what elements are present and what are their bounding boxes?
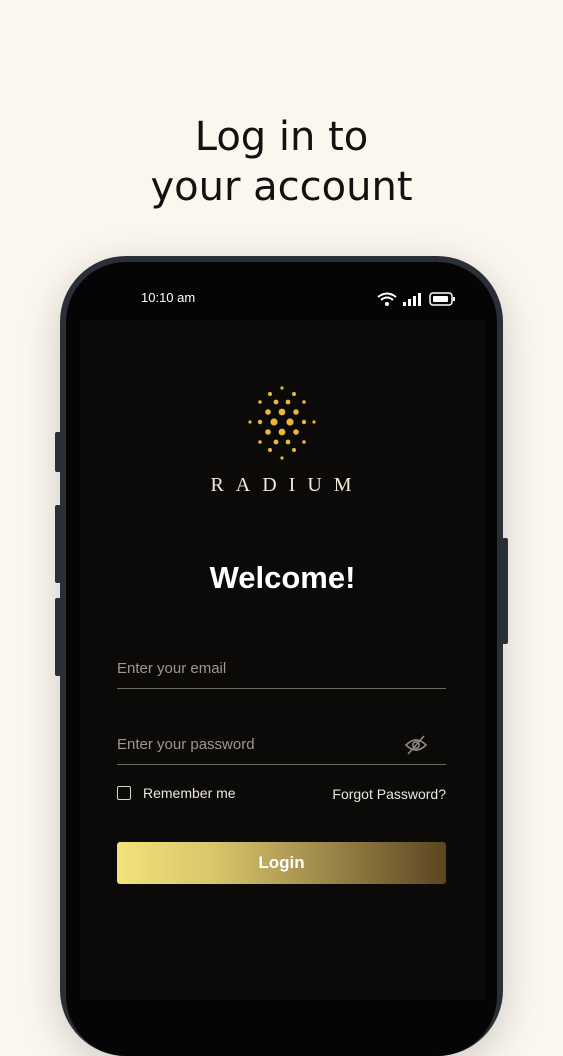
remember-me-checkbox[interactable] (117, 786, 131, 800)
password-field-container (117, 724, 446, 765)
headline-line-1: Log in to (194, 114, 369, 160)
radium-dots-logo (248, 386, 316, 460)
eye-off-icon[interactable] (404, 734, 428, 756)
brand-name: RADIUM (210, 474, 364, 496)
password-input[interactable] (117, 729, 397, 759)
status-icons (377, 292, 455, 306)
phone-side-button-left-1 (55, 432, 61, 472)
forgot-password-link[interactable]: Forgot Password? (332, 786, 446, 802)
email-input[interactable] (117, 653, 397, 683)
battery-icon (429, 292, 455, 306)
phone-side-button-left-3 (55, 598, 61, 676)
page-headline: Log in to your account (0, 112, 563, 212)
phone-side-button-right (502, 538, 508, 644)
status-time: 10:10 am (141, 290, 196, 305)
email-field-container (117, 648, 446, 689)
phone-side-button-left-2 (55, 505, 61, 583)
signal-icon (403, 293, 421, 306)
welcome-title: Welcome! (209, 560, 356, 595)
headline-line-2: your account (150, 164, 413, 210)
wifi-icon (377, 292, 397, 306)
remember-me-label: Remember me (143, 785, 236, 801)
remember-me-control[interactable]: Remember me (117, 785, 236, 801)
login-button[interactable]: Login (117, 842, 446, 884)
